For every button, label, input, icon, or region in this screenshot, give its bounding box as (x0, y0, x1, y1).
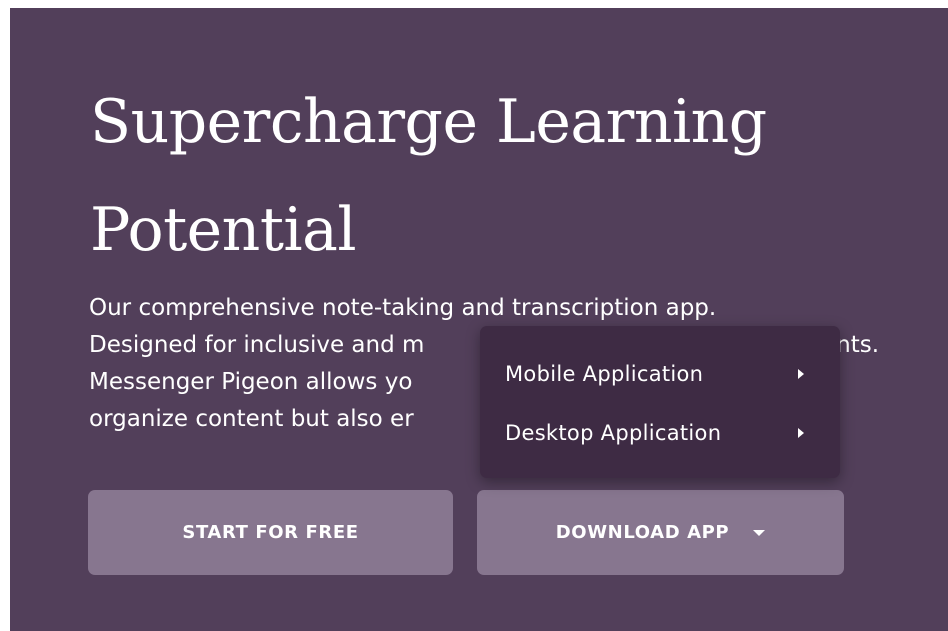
menu-item-mobile-application[interactable]: Mobile Application (480, 345, 840, 403)
download-dropdown-menu: Mobile Application Desktop Application (480, 326, 840, 478)
hero-section: Supercharge Learning Potential Our compr… (10, 8, 948, 631)
menu-item-label: Desktop Application (505, 421, 722, 445)
chevron-right-icon (798, 369, 804, 379)
start-for-free-label: START FOR FREE (182, 522, 359, 543)
menu-item-desktop-application[interactable]: Desktop Application (480, 404, 840, 462)
headline-line-2: Potential (90, 195, 357, 265)
start-for-free-button[interactable]: START FOR FREE (88, 490, 453, 575)
download-app-label: DOWNLOAD APP (555, 522, 730, 543)
chevron-right-icon (798, 428, 804, 438)
menu-item-label: Mobile Application (505, 362, 704, 386)
description-line-2-start: Designed for inclusive and m (89, 332, 425, 358)
description-line-1: Our comprehensive note-taking and transc… (89, 295, 717, 321)
hero-headline: Supercharge Learning Potential (90, 68, 930, 284)
headline-line-1: Supercharge Learning (90, 87, 767, 157)
download-app-button[interactable]: DOWNLOAD APP (477, 490, 844, 575)
caret-down-icon (753, 529, 766, 536)
